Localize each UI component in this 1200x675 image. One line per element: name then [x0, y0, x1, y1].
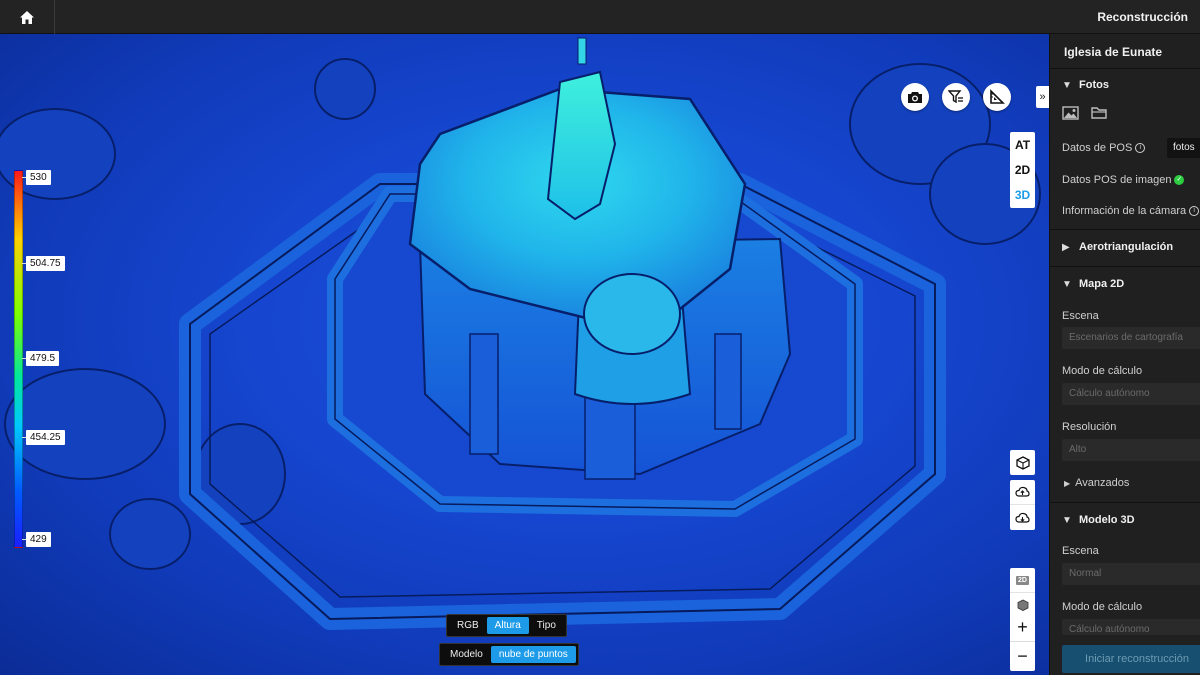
project-title: Iglesia de Eunate — [1064, 45, 1163, 59]
photo-import-tools — [1062, 106, 1108, 120]
screenshot-button[interactable] — [901, 83, 929, 111]
colorbar-label-4: 454.25 — [26, 430, 65, 445]
section-model3d-title: Modelo 3D — [1079, 514, 1135, 526]
section-model3d-header[interactable]: ▼ Modelo 3D — [1050, 502, 1200, 538]
cloud-download-icon — [1015, 512, 1030, 523]
map2d-advanced-toggle[interactable]: ▶ Avanzados — [1064, 477, 1129, 489]
color-mode-tipo[interactable]: Tipo — [529, 617, 564, 634]
measure-button[interactable] — [983, 83, 1011, 111]
map2d-scene-select[interactable]: Escenarios de cartografía — [1062, 327, 1200, 349]
home-icon — [20, 10, 34, 24]
start-reconstruction-button[interactable]: Iniciar reconstrucción — [1062, 645, 1200, 673]
chevron-down-icon: ▼ — [1062, 79, 1072, 91]
view-mode-switch: AT 2D 3D — [1010, 132, 1035, 208]
home-button[interactable] — [0, 0, 55, 34]
2d-badge-icon: 2D — [1016, 575, 1029, 585]
color-mode-toggle: RGB Altura Tipo — [446, 614, 567, 637]
view-mode-3d[interactable]: 3D — [1010, 183, 1035, 208]
model3d-scene-label: Escena — [1062, 545, 1099, 557]
pos-fotos-button[interactable]: fotos — [1167, 138, 1200, 158]
app-title: Reconstrucción — [1097, 10, 1188, 24]
chevron-down-icon: ▼ — [1062, 514, 1072, 526]
info-icon[interactable]: i — [1135, 143, 1146, 154]
section-aerotriangulation-header[interactable]: ▶ Aerotriangulación — [1050, 229, 1200, 265]
display-mode-modelo[interactable]: Modelo — [442, 646, 491, 663]
map2d-scene-label: Escena — [1062, 310, 1099, 322]
view-mode-at[interactable]: AT — [1010, 132, 1035, 157]
camera-info-label: Información de la cámara i — [1062, 205, 1200, 217]
collapse-panel-button[interactable]: » — [1036, 86, 1049, 108]
folder-icon[interactable] — [1091, 106, 1108, 120]
caret-right-icon: ▶ — [1064, 479, 1071, 488]
cloud-download-button[interactable] — [1010, 505, 1035, 530]
section-fotos-header[interactable]: ▼ Fotos — [1050, 67, 1200, 103]
map2d-calc-label: Modo de cálculo — [1062, 365, 1143, 377]
camera-icon — [908, 91, 922, 103]
colorbar-label-2: 504.75 — [26, 256, 65, 271]
map2d-resolution-select[interactable]: Alto — [1062, 439, 1200, 461]
image-pos-label: Datos POS de imagen ✓ — [1062, 174, 1185, 186]
display-mode-point-cloud[interactable]: nube de puntos — [490, 646, 576, 663]
colorbar-label-max: 530 — [26, 170, 51, 185]
color-mode-altura[interactable]: Altura — [486, 617, 529, 634]
layer-2d-button[interactable]: 2D — [1010, 568, 1035, 593]
image-icon[interactable] — [1062, 106, 1079, 120]
section-map2d-title: Mapa 2D — [1079, 278, 1125, 290]
view-mode-2d[interactable]: 2D — [1010, 157, 1035, 182]
chevron-right-icon: ▶ — [1062, 241, 1070, 253]
map2d-resolution-label: Resolución — [1062, 421, 1117, 433]
3d-viewport[interactable]: 530 504.75 479.5 454.25 429 » AT 2D 3D 2… — [0, 34, 1049, 675]
colorbar-label-min: 429 — [26, 532, 51, 547]
height-colorbar — [14, 170, 23, 548]
filter-icon — [948, 90, 963, 104]
model-tools-2 — [1010, 480, 1035, 530]
model3d-calc-label: Modo de cálculo — [1062, 601, 1143, 613]
zoom-out-button[interactable]: − — [1010, 642, 1035, 671]
cloud-upload-icon — [1015, 486, 1030, 497]
check-circle-icon: ✓ — [1174, 175, 1185, 186]
zoom-controls: + − — [1010, 613, 1035, 671]
cube-icon — [1015, 455, 1030, 470]
color-mode-rgb[interactable]: RGB — [449, 617, 487, 634]
model-tools-1 — [1010, 450, 1035, 475]
info-icon[interactable]: i — [1189, 206, 1200, 217]
section-map2d-header[interactable]: ▼ Mapa 2D — [1050, 266, 1200, 302]
point-cloud-scene[interactable] — [0, 34, 1049, 675]
ruler-triangle-icon — [990, 89, 1005, 104]
chevron-down-icon: ▼ — [1062, 278, 1072, 290]
map2d-calc-select[interactable]: Cálculo autónomo — [1062, 383, 1200, 405]
display-mode-toggle: Modelo nube de puntos — [439, 643, 579, 666]
model3d-calc-select[interactable]: Cálculo autónomo — [1062, 619, 1200, 635]
section-aerotriangulation-title: Aerotriangulación — [1079, 241, 1174, 253]
top-bar: Reconstrucción — [0, 0, 1200, 34]
section-fotos-title: Fotos — [1079, 79, 1109, 91]
zoom-in-button[interactable]: + — [1010, 613, 1035, 642]
colorbar-label-3: 479.5 — [26, 351, 60, 366]
box-icon — [1017, 599, 1028, 611]
cloud-upload-button[interactable] — [1010, 480, 1035, 505]
pos-data-label: Datos de POS i — [1062, 142, 1146, 154]
model-view-button[interactable] — [1010, 450, 1035, 475]
double-chevron-right-icon: » — [1039, 91, 1046, 103]
reconstruction-panel: Iglesia de Eunate ▼ Fotos Datos de POS i … — [1049, 34, 1200, 675]
model3d-scene-select[interactable]: Normal — [1062, 563, 1200, 585]
filter-button[interactable] — [942, 83, 970, 111]
